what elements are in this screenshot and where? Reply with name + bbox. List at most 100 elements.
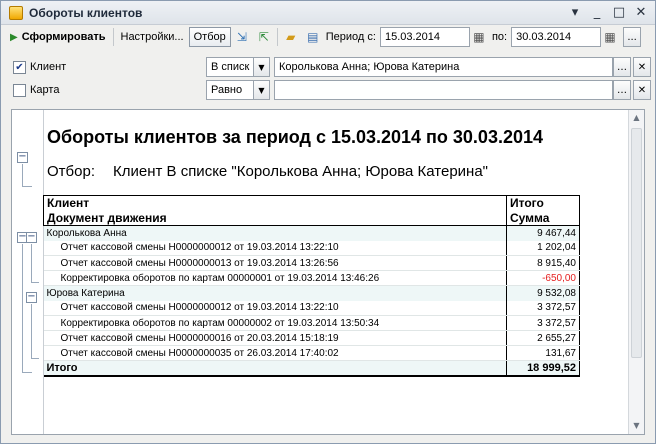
group-line: [31, 358, 39, 359]
app-icon: [9, 5, 23, 20]
collapse-groups-icon[interactable]: ⇱: [255, 28, 273, 46]
group-line: [22, 244, 23, 372]
group-total: 9 532,08: [506, 285, 580, 301]
grand-total-value: 18 999,52: [506, 360, 580, 377]
sum-cell: 8 915,40: [506, 255, 580, 271]
document-cell: Корректировка оборотов по картам 0000000…: [43, 270, 507, 286]
title-bar[interactable]: Обороты клиентов ▾ _ □ ✕: [1, 1, 655, 25]
table-row[interactable]: Отчет кассовой смены Н0000000035 от 26.0…: [43, 345, 580, 361]
table-row[interactable]: Отчет кассовой смены Н0000000012 от 19.0…: [43, 300, 580, 316]
table-row[interactable]: Корректировка оборотов по картам 0000000…: [43, 315, 580, 331]
report-area[interactable]: − − − − Обороты клиентов за период с 15.…: [11, 109, 645, 435]
filter-client-clear-button[interactable]: ✕: [633, 57, 651, 77]
period-from-field[interactable]: 15.03.2014: [379, 27, 470, 47]
toolbar-separator: [276, 28, 278, 46]
expand-groups-icon[interactable]: ⇲: [233, 28, 251, 46]
calendar-icon[interactable]: ▦: [603, 28, 617, 46]
minimize-button[interactable]: _: [589, 5, 605, 21]
group-line: [22, 164, 23, 186]
filter-client-value-field[interactable]: Королькова Анна; Юрова Катерина: [274, 57, 613, 77]
header-sum: Сумма: [506, 210, 580, 226]
open-folder-icon[interactable]: ▰: [282, 28, 300, 46]
table-row[interactable]: Отчет кассовой смены Н0000000013 от 19.0…: [43, 255, 580, 271]
group-total: 9 467,44: [506, 225, 580, 241]
scroll-up-icon[interactable]: ▲: [629, 110, 644, 126]
period-select-button[interactable]: ...: [623, 27, 642, 47]
document-cell: Отчет кассовой смены Н0000000013 от 19.0…: [43, 255, 507, 271]
report-window: Обороты клиентов ▾ _ □ ✕ ▶ Сформировать …: [0, 0, 656, 444]
grouping-gutter: − − − −: [12, 110, 44, 434]
sum-cell: 3 372,57: [506, 315, 580, 331]
document-cell: Отчет кассовой смены Н0000000012 от 19.0…: [43, 240, 507, 256]
filter-toggle-button[interactable]: Отбор: [188, 27, 231, 47]
dropdown-arrow-icon[interactable]: ▼: [253, 81, 269, 99]
sum-cell: 2 655,27: [506, 330, 580, 346]
filter-row-client: ✔ Клиент В списк ▼ Королькова Анна; Юров…: [1, 56, 655, 78]
generate-label: Сформировать: [21, 31, 106, 43]
sum-cell: 3 372,57: [506, 300, 580, 316]
table-header-row: Клиент Итого: [43, 195, 580, 211]
save-variant-icon[interactable]: ▤: [304, 28, 322, 46]
calendar-icon[interactable]: ▦: [472, 28, 486, 46]
table-header-row: Документ движения Сумма: [43, 210, 580, 226]
document-cell: Отчет кассовой смены Н0000000012 от 19.0…: [43, 300, 507, 316]
header-total: Итого: [506, 195, 580, 211]
table-row[interactable]: Отчет кассовой смены Н0000000016 от 20.0…: [43, 330, 580, 346]
sum-cell: 131,67: [506, 345, 580, 361]
group-name: Юрова Катерина: [43, 285, 507, 301]
filter-card-checkbox[interactable]: [13, 83, 26, 97]
grand-total-row[interactable]: Итого 18 999,52: [43, 360, 580, 377]
header-client: Клиент: [43, 195, 507, 211]
header-document: Документ движения: [43, 210, 507, 226]
document-cell: Отчет кассовой смены Н0000000016 от 20.0…: [43, 330, 507, 346]
period-to-label: по:: [491, 31, 508, 43]
toolbar-separator: [112, 28, 114, 46]
report-filter-text: Клиент В списке "Королькова Анна; Юрова …: [112, 163, 489, 180]
period-to-value: 30.03.2014: [516, 31, 572, 43]
filter-client-label: Клиент: [30, 61, 67, 73]
group-row[interactable]: Королькова Анна 9 467,44: [43, 225, 580, 241]
generate-button[interactable]: ▶ Сформировать: [5, 27, 111, 47]
settings-button[interactable]: Настройки...: [116, 27, 189, 47]
report-filter-caption: Отбор:: [47, 163, 95, 180]
filter-card-condition-value: Равно: [211, 84, 243, 96]
period-to-field[interactable]: 30.03.2014: [511, 27, 602, 47]
collapse-group-2-icon[interactable]: −: [26, 292, 37, 303]
filter-card-condition[interactable]: Равно ▼: [206, 80, 270, 100]
collapse-header-icon[interactable]: −: [17, 152, 28, 163]
document-cell: Отчет кассовой смены Н0000000035 от 26.0…: [43, 345, 507, 361]
vertical-scrollbar[interactable]: ▲ ▼: [628, 110, 644, 434]
group-line: [22, 186, 32, 187]
filter-client-checkbox[interactable]: ✔: [13, 60, 26, 74]
collapse-group-1-icon[interactable]: −: [26, 232, 37, 243]
filter-client-value: Королькова Анна; Юрова Катерина: [279, 61, 460, 73]
table-row[interactable]: Отчет кассовой смены Н0000000012 от 19.0…: [43, 240, 580, 256]
group-row[interactable]: Юрова Катерина 9 532,08: [43, 285, 580, 301]
grand-total-label: Итого: [43, 360, 507, 377]
filter-card-clear-button[interactable]: ✕: [633, 80, 651, 100]
scroll-thumb[interactable]: [631, 128, 642, 358]
dropdown-arrow-icon[interactable]: ▼: [253, 58, 269, 76]
scroll-down-icon[interactable]: ▼: [629, 418, 644, 434]
report-table: Клиент Итого Документ движения Сумма Кор…: [43, 195, 580, 377]
close-button[interactable]: ✕: [633, 5, 649, 21]
filter-card-value-field[interactable]: [274, 80, 613, 100]
group-line: [31, 304, 32, 358]
toolbar: ▶ Сформировать Настройки... Отбор ⇲ ⇱ ▰ …: [5, 25, 653, 49]
group-line: [31, 282, 39, 283]
filter-client-select-button[interactable]: …: [613, 57, 631, 77]
sum-cell: 1 202,04: [506, 240, 580, 256]
maximize-button[interactable]: □: [611, 5, 627, 21]
filter-row-card: Карта Равно ▼ … ✕: [1, 79, 655, 101]
sum-cell: -650,00: [506, 270, 580, 286]
window-title: Обороты клиентов: [29, 5, 143, 20]
document-cell: Корректировка оборотов по картам 0000000…: [43, 315, 507, 331]
table-row[interactable]: Корректировка оборотов по картам 0000000…: [43, 270, 580, 286]
report-filter-line: Отбор: Клиент В списке "Королькова Анна; …: [47, 163, 488, 180]
filter-card-label: Карта: [30, 84, 60, 96]
filter-card-select-button[interactable]: …: [613, 80, 631, 100]
filter-client-condition[interactable]: В списк ▼: [206, 57, 270, 77]
period-from-value: 15.03.2014: [384, 31, 441, 43]
report-title: Обороты клиентов за период с 15.03.2014 …: [47, 127, 544, 147]
window-menu-button[interactable]: ▾: [567, 5, 583, 21]
